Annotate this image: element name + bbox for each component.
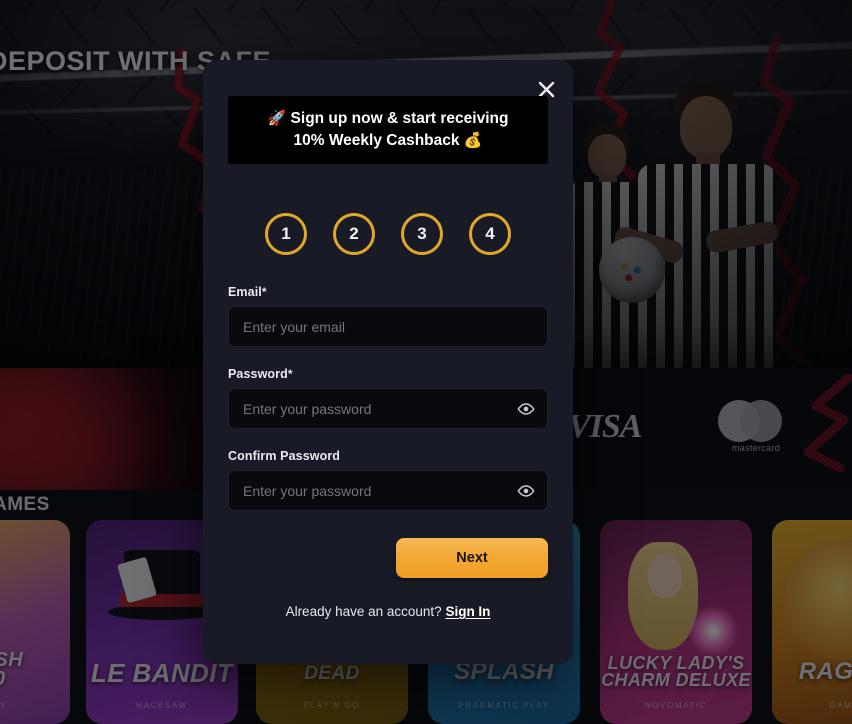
confirm-password-label: Confirm Password xyxy=(228,449,341,463)
promo-line-1: Sign up now & start receiving xyxy=(290,109,509,127)
confirm-password-field-group: Confirm Password xyxy=(228,449,548,511)
password-input[interactable] xyxy=(228,388,548,429)
rocket-icon: 🚀 xyxy=(267,109,287,127)
promo-line-2: 10% Weekly Cashback xyxy=(293,132,460,149)
step-3[interactable]: 3 xyxy=(401,213,443,255)
step-indicator: 1 2 3 4 xyxy=(228,208,548,260)
promo-banner: 🚀 Sign up now & start receiving 10% Week… xyxy=(228,96,548,164)
next-button[interactable]: Next xyxy=(396,538,548,578)
password-label: Password* xyxy=(228,367,293,381)
signin-prompt: Already have an account? Sign In xyxy=(203,604,573,619)
signin-question: Already have an account? xyxy=(285,604,442,619)
step-4[interactable]: 4 xyxy=(469,213,511,255)
confirm-password-input[interactable] xyxy=(228,470,548,511)
money-bag-icon: 💰 xyxy=(463,132,483,149)
email-label: Email* xyxy=(228,285,267,299)
step-1[interactable]: 1 xyxy=(265,213,307,255)
sign-in-link[interactable]: Sign In xyxy=(445,604,490,619)
password-field-group: Password* xyxy=(228,367,548,429)
step-2[interactable]: 2 xyxy=(333,213,375,255)
email-field-group: Email* xyxy=(228,285,548,347)
email-input[interactable] xyxy=(228,306,548,347)
toggle-confirm-password-visibility-icon[interactable] xyxy=(516,481,536,501)
toggle-password-visibility-icon[interactable] xyxy=(516,399,536,419)
